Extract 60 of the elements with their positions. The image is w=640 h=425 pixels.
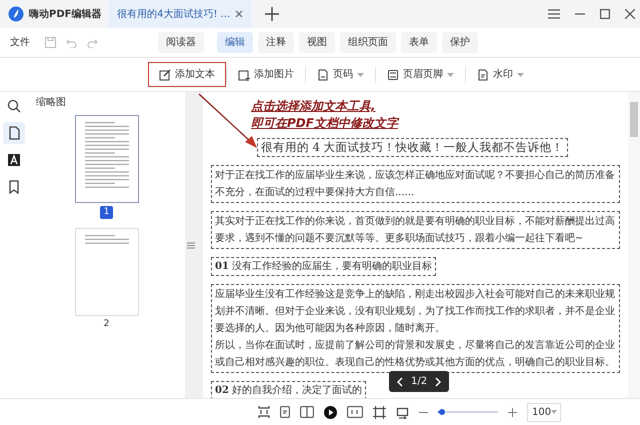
menu-icon[interactable] <box>548 9 560 19</box>
page-number-icon <box>317 68 329 80</box>
heading-text: 02 好的自我介绍，决定了面试的 <box>215 384 362 398</box>
ribbon-tab[interactable]: 编辑 <box>217 32 253 53</box>
close-icon[interactable] <box>235 10 244 18</box>
header-footer-icon <box>387 68 399 80</box>
bookmark-icon <box>7 180 21 194</box>
vertical-scrollbar[interactable] <box>628 92 640 398</box>
sidebar-tab[interactable] <box>3 122 25 144</box>
panel-title: 缩略图 <box>36 96 66 110</box>
text-lines-drawing <box>84 234 128 246</box>
page-indicator: 1/2 <box>411 375 428 389</box>
page-number-label: 2 <box>102 318 110 331</box>
ribbon-tab[interactable]: 注释 <box>258 32 294 53</box>
ribbon-tab[interactable]: 视图 <box>299 32 335 53</box>
paragraph-text: 应届毕业生没有工作经验这是竞争上的缺陷，刚走出校园步入社会可能对自己的未来职业规划并不清晰。但对于企业来说，没有职业规划，为了找工作而找工作的求职者，并不是企业要选择的人。因为他可能因为各种原因，随时离开。 <box>215 288 616 336</box>
next-icon[interactable] <box>435 376 442 386</box>
ribbon-tab[interactable]: 表单 <box>401 32 437 53</box>
new-tab-icon[interactable] <box>265 7 280 21</box>
watermark-icon <box>477 68 489 80</box>
page-icon <box>7 126 21 140</box>
app-title: 嗨动PDF编辑器 <box>29 8 102 22</box>
two-page-icon[interactable] <box>300 406 314 418</box>
zoom-in-icon[interactable] <box>508 408 517 416</box>
caret-icon <box>517 72 524 76</box>
play-icon[interactable] <box>324 406 337 418</box>
page-thumbnail[interactable] <box>74 115 138 203</box>
drag-handle-icon[interactable] <box>187 242 195 248</box>
text-block[interactable]: 02 好的自我介绍，决定了面试的 <box>211 381 366 398</box>
fit-height-icon[interactable] <box>258 405 270 419</box>
ribbon-tab[interactable]: 组织页面 <box>340 32 396 53</box>
text-style-icon <box>7 152 21 166</box>
edit-text-icon <box>159 68 171 80</box>
caret-icon <box>447 72 454 76</box>
search-icon <box>7 98 21 112</box>
add-image-icon <box>238 68 250 80</box>
heading-text: 01 没有工作经验的应届生，要有明确的职业目标 <box>215 260 432 274</box>
text-block[interactable]: 01 没有工作经验的应届生，要有明确的职业目标 <box>211 257 436 276</box>
paragraph-text: 所以，当你在面试时，应提前了解公司的背景和发展史，尽量将自己的发言靠近公司的企业或自己相对感兴趣的职位。表现自己的性格优势或其他方面的优点，明确自己的职业目标。 <box>215 338 616 370</box>
toolbar-button[interactable]: 添加文本 <box>148 62 226 87</box>
text-block[interactable]: 很有用的 4 大面试技巧！快收藏！一般人我都不告诉他！ <box>257 138 568 157</box>
tab-title: 很有用的4大面试技巧! ... <box>117 8 230 22</box>
document-tab[interactable]: 很有用的4大面试技巧! ... <box>109 0 252 28</box>
ribbon-tab[interactable]: 阅读器 <box>158 32 204 53</box>
close-icon[interactable] <box>625 9 635 19</box>
page-number-label: 1 <box>100 206 114 219</box>
ribbon-tab[interactable]: 保护 <box>442 32 478 53</box>
app-logo-icon <box>8 6 24 22</box>
text-lines-drawing <box>84 122 128 190</box>
zoom-field[interactable]: 100 <box>527 402 561 422</box>
heading-text: 很有用的 4 大面试技巧！快收藏！一般人我都不告诉他！ <box>261 140 564 155</box>
caret-icon <box>551 410 558 414</box>
single-page-icon[interactable] <box>280 406 290 418</box>
fit-page-icon[interactable] <box>373 406 386 418</box>
actual-size-icon[interactable] <box>347 406 363 418</box>
file-menu[interactable]: 文件 <box>10 35 30 50</box>
caret-icon <box>357 72 364 76</box>
maximize-icon[interactable] <box>600 9 610 19</box>
previous-icon[interactable] <box>397 376 403 386</box>
fit-width-icon[interactable] <box>396 406 409 418</box>
